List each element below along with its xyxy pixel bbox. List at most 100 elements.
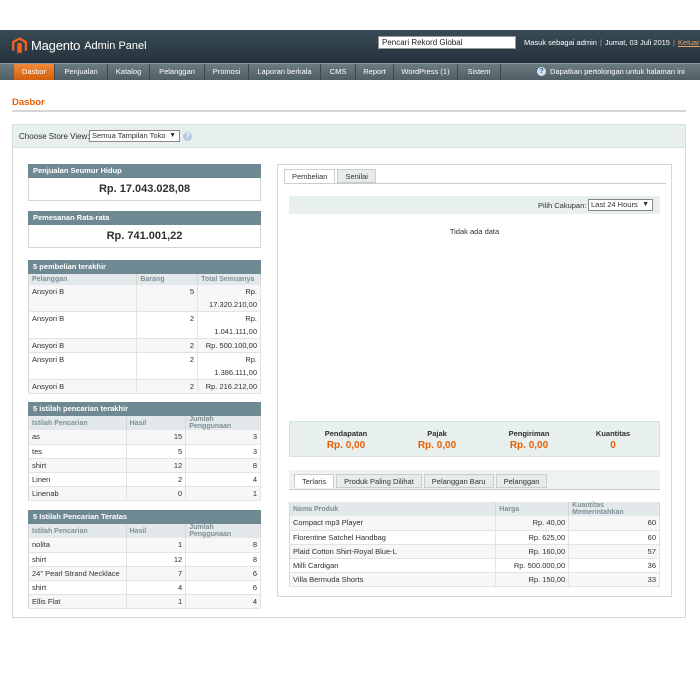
range-value: Last 24 Hours	[591, 200, 638, 209]
nav-dashboard[interactable]: Dasbor	[14, 64, 55, 80]
last-search-table: Istilah Pencarian Hasil Jumlah Penggunaa…	[28, 416, 261, 501]
table-row[interactable]: as 15 3	[28, 430, 261, 445]
last-orders-title: 5 pembelian terakhir	[28, 260, 261, 274]
results-cell: 5	[126, 444, 187, 459]
header-bar: Magento Admin Panel Pencari Rekord Globa…	[0, 30, 700, 63]
results-cell: 2	[126, 472, 187, 487]
table-row[interactable]: Linenab 0 1	[28, 486, 261, 501]
tab-amounts[interactable]: Senilai	[337, 169, 376, 183]
column-header[interactable]: Harga	[495, 502, 570, 516]
table-row[interactable]: Ellis Flat 1 4	[28, 594, 261, 609]
total-quantity: Kuantitas 0	[567, 429, 659, 451]
tab-new-customers[interactable]: Pelanggan Baru	[423, 474, 494, 488]
items-cell: 2	[136, 311, 199, 339]
chart-panel: Pembelian Senilai Pilih Cakupan: Last 24…	[277, 164, 672, 597]
average-order-value: Rp. 741.001,22	[28, 225, 261, 248]
column-header[interactable]: Total Semuanya	[197, 274, 261, 285]
total-cell: Rp. 1.386.111,00	[197, 352, 261, 380]
header-user-info: Masuk sebagai admin | Jumat, 03 Juli 2015 |…	[524, 38, 700, 47]
column-header[interactable]: Pelanggan	[28, 274, 138, 285]
customer-cell: Ansyori B	[28, 311, 138, 339]
bestsellers-table: Nama Produk Harga Kuantitas Memerintahka…	[289, 502, 660, 587]
column-header[interactable]: Hasil	[126, 524, 187, 538]
nav-wordpress[interactable]: WordPress (1)	[394, 64, 458, 80]
total-cell: Rp. 500.100,00	[197, 338, 261, 353]
table-row[interactable]: shirt 12 8	[28, 458, 261, 473]
search-term-cell: Linen	[28, 472, 127, 487]
items-cell: 2	[136, 379, 199, 394]
global-search-input[interactable]: Pencari Rekord Global	[378, 36, 516, 49]
table-row[interactable]: Milli Cardigan Rp. 500.000,00 36	[289, 558, 660, 573]
uses-cell: 6	[185, 566, 261, 581]
qty-cell: 60	[568, 530, 660, 545]
table-row[interactable]: 24" Pearl Strand Necklace 7 6	[28, 566, 261, 581]
nav-sales[interactable]: Penjualan	[55, 64, 108, 80]
product-tabs: Terlaris Produk Paling Dilihat Pelanggan…	[294, 474, 549, 488]
nav-customers[interactable]: Pelanggan	[150, 64, 205, 80]
store-view-select[interactable]: Semua Tampilan Toko ▼	[89, 130, 180, 142]
column-header[interactable]: Istilah Pencarian	[28, 524, 127, 538]
table-row[interactable]: Compact mp3 Player Rp. 40,00 60	[289, 516, 660, 531]
nav-catalog[interactable]: Katalog	[108, 64, 150, 80]
column-header[interactable]: Nama Produk	[289, 502, 497, 516]
table-row[interactable]: Ansyori B 2 Rp. 1.041.111,00	[28, 311, 261, 339]
page-help-link[interactable]: ? Dapatkan pertolongan untuk halaman ini	[537, 67, 685, 76]
nav-cms[interactable]: CMS	[321, 64, 356, 80]
table-row[interactable]: Ansyori B 2 Rp. 216.212,00	[28, 379, 261, 394]
table-row[interactable]: Florentine Satchel Handbag Rp. 625,00 60	[289, 530, 660, 545]
last-search-title: 5 istilah pencarian terakhir	[28, 402, 261, 416]
nav-promotions[interactable]: Promosi	[205, 64, 249, 80]
uses-cell: 4	[185, 472, 261, 487]
nav-reports[interactable]: Laporan berkala	[249, 64, 321, 80]
price-cell: Rp. 500.000,00	[495, 558, 570, 573]
search-term-cell: 24" Pearl Strand Necklace	[28, 566, 127, 581]
table-row[interactable]: Linen 2 4	[28, 472, 261, 487]
column-header[interactable]: Hasil	[126, 416, 187, 430]
logout-link[interactable]: Keluar	[678, 38, 700, 47]
tab-most-viewed[interactable]: Produk Paling Dilihat	[336, 474, 422, 488]
no-data-message: Tidak ada data	[449, 227, 500, 236]
lifetime-sales-title: Penjualan Seumur Hidup	[28, 164, 261, 178]
column-header[interactable]: Jumlah Penggunaan	[185, 524, 261, 538]
price-cell: Rp. 40,00	[495, 516, 570, 531]
page-title: Dasbor	[12, 97, 45, 108]
tab-bestsellers[interactable]: Terlaris	[294, 474, 335, 488]
uses-cell: 8	[185, 458, 261, 473]
table-row[interactable]: Ansyori B 2 Rp. 1.386.111,00	[28, 352, 261, 380]
info-icon[interactable]: ?	[183, 132, 192, 141]
table-row[interactable]: Villa Bermuda Shorts Rp. 150,00 33	[289, 572, 660, 587]
column-header[interactable]: Istilah Pencarian	[28, 416, 127, 430]
chevron-down-icon: ▼	[642, 201, 649, 208]
chart-tabs: Pembelian Senilai	[284, 169, 378, 183]
main-nav: Dasbor Penjualan Katalog Pelanggan Promo…	[0, 63, 700, 80]
table-row[interactable]: tes 5 3	[28, 444, 261, 459]
range-label: Pilih Cakupan:	[538, 201, 587, 210]
logged-in-user: Masuk sebagai admin	[524, 38, 597, 47]
column-header[interactable]: Barang	[136, 274, 199, 285]
table-row[interactable]: shirt 4 6	[28, 580, 261, 595]
search-term-cell: nolita	[28, 538, 127, 553]
table-row[interactable]: nolita 1 8	[28, 538, 261, 553]
tab-customers[interactable]: Pelanggan	[495, 474, 548, 488]
lifetime-sales-box: Penjualan Seumur Hidup Rp. 17.043.028,08	[28, 164, 261, 201]
range-select[interactable]: Last 24 Hours ▼	[588, 199, 653, 211]
qty-cell: 60	[568, 516, 660, 531]
table-row[interactable]: Ansyori B 2 Rp. 500.100,00	[28, 338, 261, 353]
column-header[interactable]: Kuantitas Memerintahkan	[568, 502, 660, 516]
price-cell: Rp. 160,00	[495, 544, 570, 559]
magento-logo[interactable]: Magento Admin Panel	[12, 37, 147, 54]
search-term-cell: Ellis Flat	[28, 594, 127, 609]
customer-cell: Ansyori B	[28, 285, 138, 312]
nav-report[interactable]: Report	[356, 64, 394, 80]
tab-orders[interactable]: Pembelian	[284, 169, 336, 183]
table-row[interactable]: shirt 12 8	[28, 552, 261, 567]
brand-name: Magento	[31, 38, 81, 53]
last-orders-table: Pelanggan Barang Total Semuanya Ansyori …	[28, 274, 261, 394]
table-row[interactable]: Ansyori B 5 Rp. 17.320.210,00	[28, 285, 261, 312]
uses-cell: 6	[185, 580, 261, 595]
table-row[interactable]: Plaid Cotton Shirt-Royal Blue-L Rp. 160,…	[289, 544, 660, 559]
title-divider	[12, 110, 686, 112]
column-header[interactable]: Jumlah Penggunaan	[185, 416, 261, 430]
nav-system[interactable]: Sistem	[458, 64, 501, 80]
search-term-cell: shirt	[28, 580, 127, 595]
